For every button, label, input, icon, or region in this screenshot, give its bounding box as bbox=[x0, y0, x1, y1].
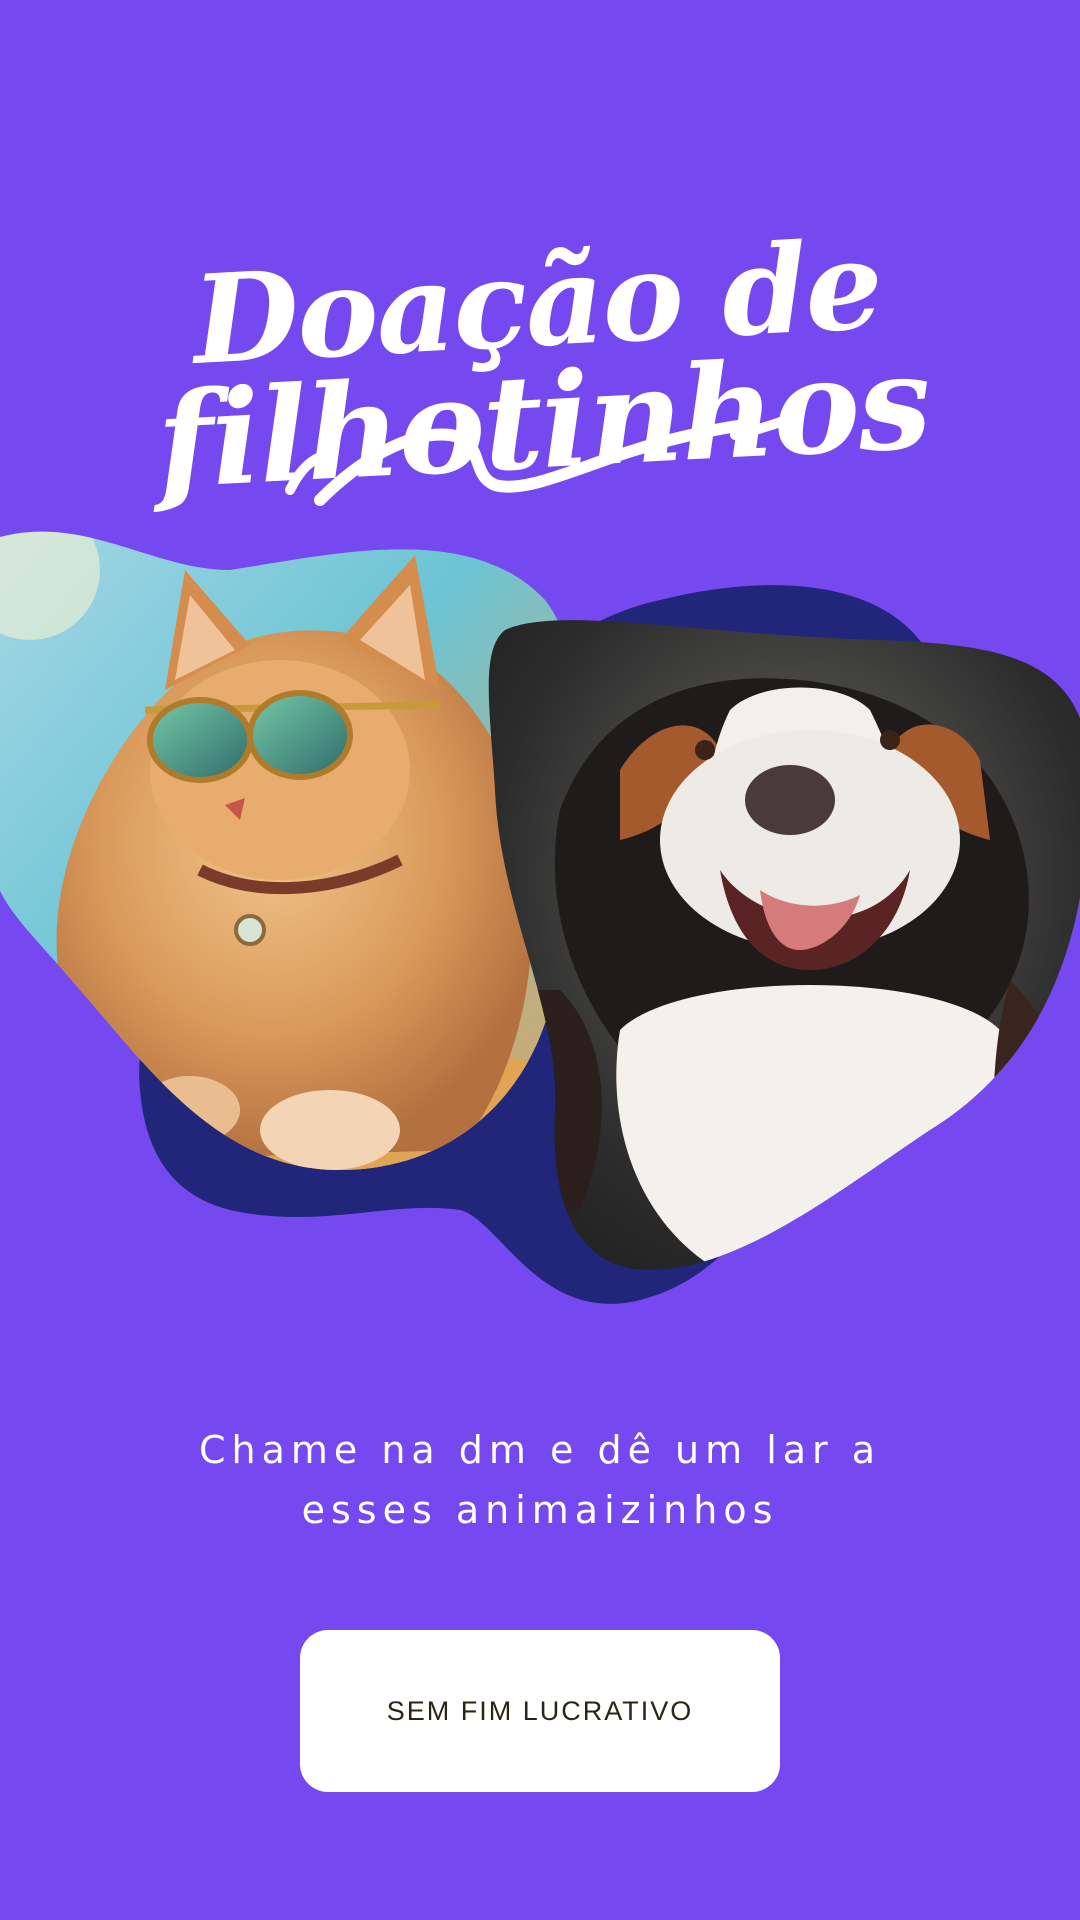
pets-artwork bbox=[0, 531, 1080, 1304]
subtitle: Chame na dm e dê um lar a esses animaizi… bbox=[0, 1420, 1080, 1540]
post-canvas: Doação de filhotinhos Chame na dm e dê u… bbox=[0, 0, 1080, 1920]
dog-photo bbox=[488, 620, 1080, 1270]
subtitle-line-1: Chame na dm e dê um lar a bbox=[198, 1428, 882, 1472]
subtitle-line-2: esses animaizinhos bbox=[301, 1488, 779, 1532]
cat-photo bbox=[0, 531, 570, 1171]
squiggle-decoration bbox=[285, 413, 795, 506]
non-profit-button[interactable]: SEM FIM LUCRATIVO bbox=[300, 1630, 780, 1792]
